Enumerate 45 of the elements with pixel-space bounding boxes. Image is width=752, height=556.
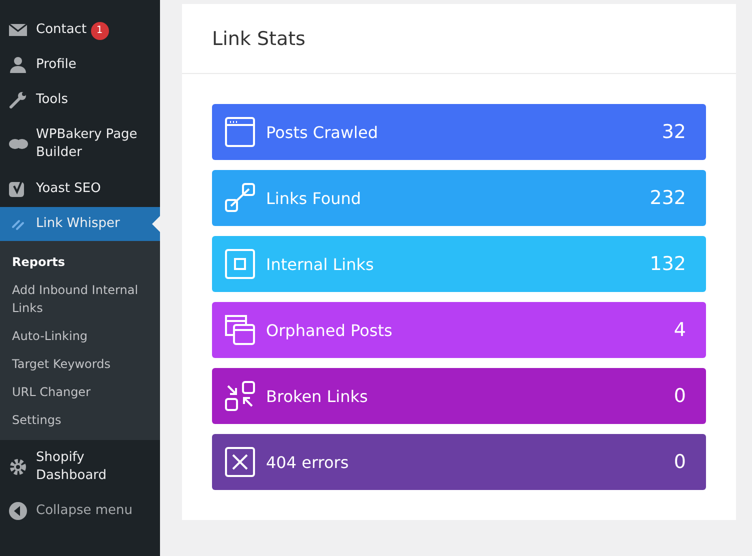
menu-item[interactable]: Yoast SEO [0,171,160,207]
menu-label: Shopify Dashboard [36,449,108,485]
menu-item[interactable]: Profile [0,47,160,83]
stat-label: Internal Links [266,254,375,274]
stat-value: 132 [650,253,686,275]
stat-value: 0 [674,451,686,473]
wrench-icon [8,90,28,110]
stat-label: Links Found [266,188,362,208]
submenu-item[interactable]: Add Inbound Internal Links [0,276,160,322]
card-title: Link Stats [212,28,306,50]
x-square-icon [224,446,256,478]
collapse-icon [8,501,28,521]
menu-item[interactable]: Contact 1 [0,13,160,47]
stat-value: 0 [674,385,686,407]
collapse-menu-button[interactable]: Collapse menu [0,494,160,528]
submenu-item[interactable]: Reports [0,248,160,276]
menu-item[interactable]: WPBakery Page Builder [0,117,160,171]
submenu-item[interactable]: Auto-Linking [0,322,160,350]
stat-value: 32 [662,121,686,143]
menu-label: Yoast SEO [36,180,102,198]
gear-icon [8,457,28,477]
submenu-item[interactable]: Target Keywords [0,350,160,378]
menu-label: Tools [36,91,70,109]
menu-label: Link Whisper [36,215,121,233]
stat-label: 404 errors [266,452,350,472]
menu-label: Profile [36,56,78,74]
submenu-item[interactable]: Settings [0,406,160,434]
broken-squares-icon [224,380,256,412]
nested-square-icon [224,248,256,280]
menu-item[interactable]: Link Whisper [0,207,160,241]
stat-value: 232 [650,187,686,209]
menu-item[interactable]: Tools [0,83,160,117]
submenu-item[interactable]: URL Changer [0,378,160,406]
notification-count: 1 [90,22,109,40]
stat-label: Posts Crawled [266,122,379,142]
stat-value: 4 [674,319,686,341]
menu-label: WPBakery Page Builder [36,126,138,162]
person-icon [8,55,28,75]
stat-label: Orphaned Posts [266,320,394,340]
stacked-windows-icon [224,314,256,346]
stat-label: Broken Links [266,386,369,406]
menu-item[interactable]: Shopify Dashboard [0,440,160,494]
menu-label: Contact 1 [36,20,148,40]
browser-window-icon [224,116,256,148]
linked-squares-icon [224,182,256,214]
